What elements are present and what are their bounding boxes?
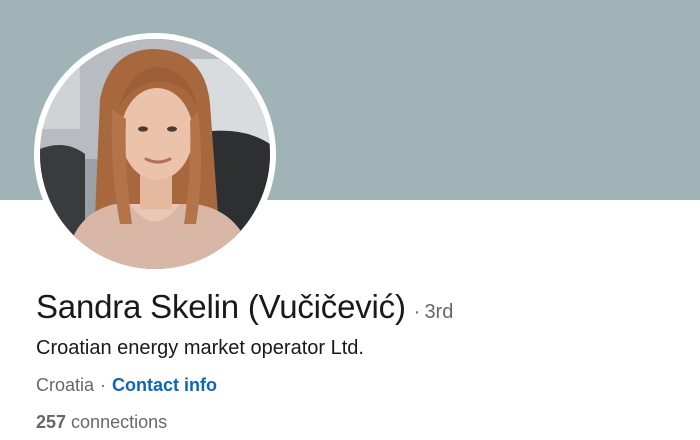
profile-location: Croatia (36, 375, 95, 395)
profile-photo[interactable] (40, 39, 270, 269)
profile-location-row: Croatia · Contact info (36, 375, 217, 396)
contact-info-link[interactable]: Contact info (112, 375, 217, 396)
connection-degree-badge: 3rd (424, 301, 454, 323)
connections-label: connections (71, 412, 168, 432)
location-separator: · (100, 375, 107, 395)
connections-count: 257 (36, 412, 67, 432)
profile-name-row: Sandra Skelin (Vučičević) · 3rd (36, 288, 453, 330)
profile-name: Sandra Skelin (Vučičević) (36, 288, 406, 325)
connections-link[interactable]: 257 connections (36, 412, 167, 433)
profile-photo-frame[interactable] (34, 33, 276, 275)
degree-separator: · (413, 301, 421, 323)
profile-headline: Croatian energy market operator Ltd. (36, 337, 364, 359)
